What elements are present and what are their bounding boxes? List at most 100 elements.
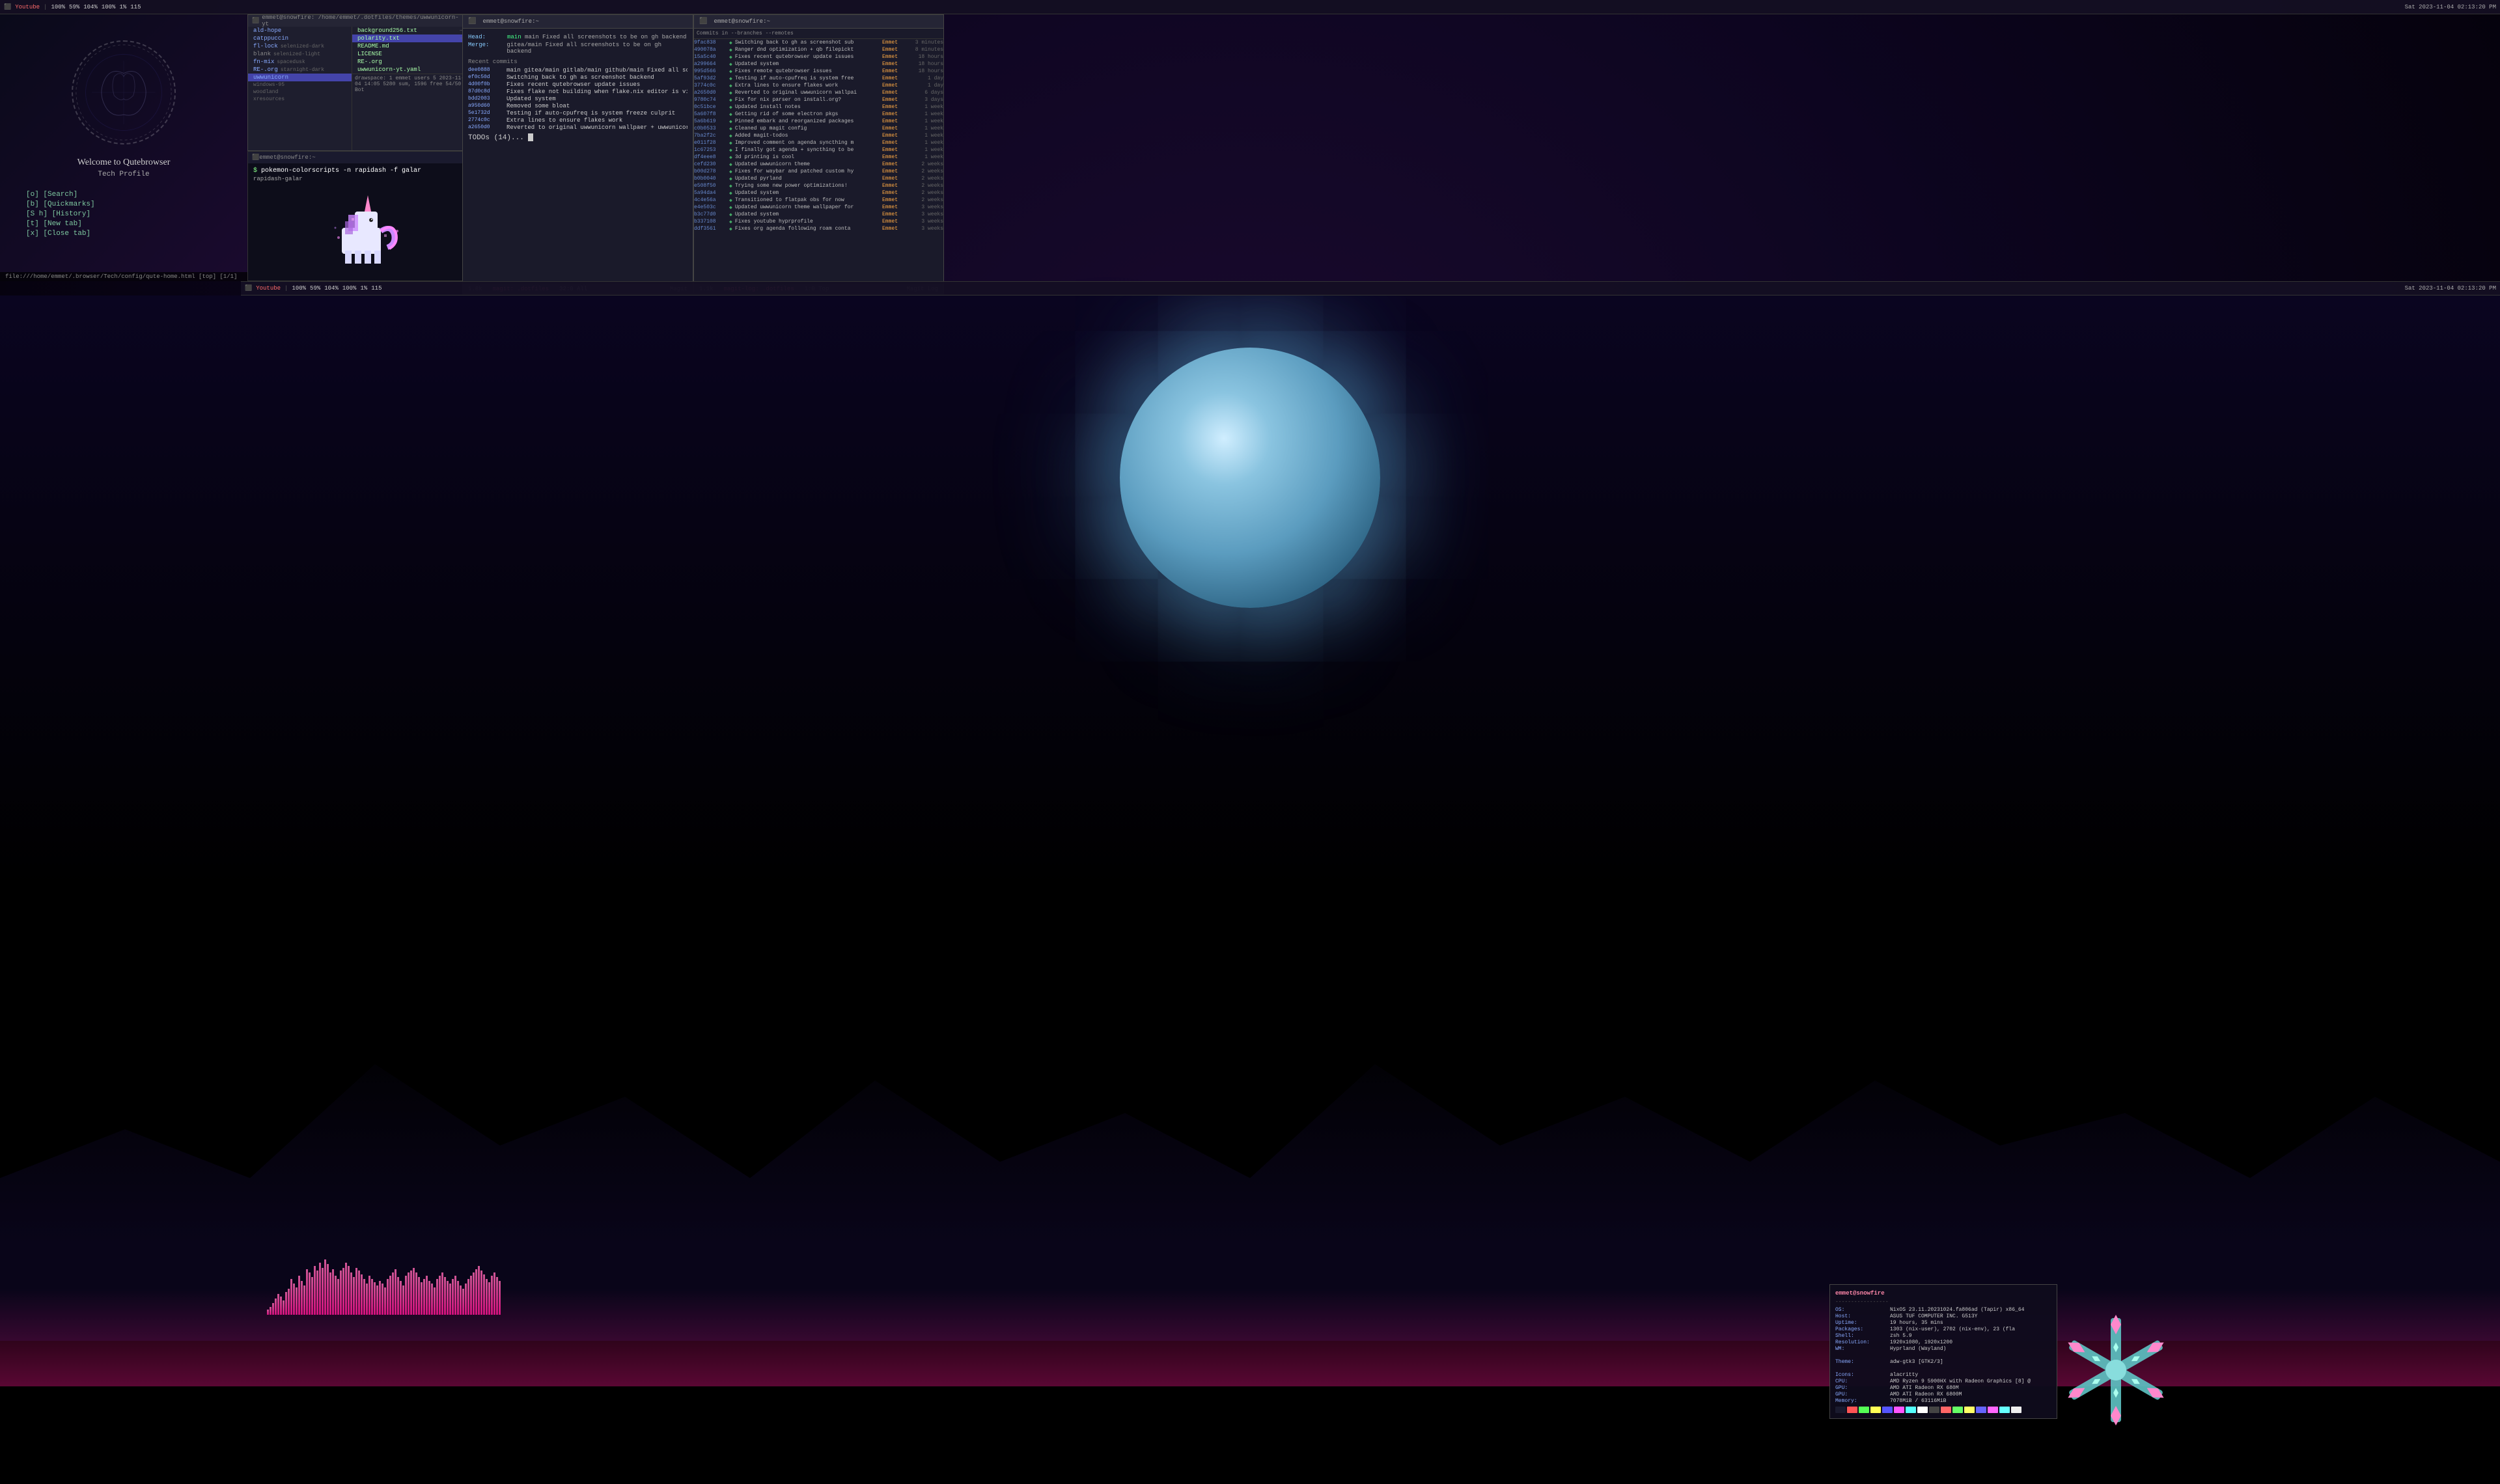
sysinfo-header: emmet@snowfire <box>1835 1290 2051 1297</box>
magit-log-window: ⬛ emmet@snowfire:~ Commits in --branches… <box>693 14 944 294</box>
magit-hash: e011f28 <box>694 140 727 146</box>
upper-taskbar: ⬛ Youtube | 100% 59% 104% 100% 1% 115 Sa… <box>0 0 2500 14</box>
file-item[interactable]: blank selenized-light <box>248 50 352 58</box>
sysinfo-line: Packages:1303 (nix-user), 2702 (nix-env)… <box>1835 1326 2051 1332</box>
magit-bullet: ◆ <box>729 226 732 232</box>
file-item-selected[interactable]: polarity.txt— <box>352 34 468 42</box>
magit-bullet: ◆ <box>729 169 732 175</box>
file-item[interactable]: xresources <box>248 96 352 103</box>
sysinfo-key: Theme: <box>1835 1359 1887 1365</box>
file-item[interactable]: ald-hope <box>248 27 352 34</box>
qute-menu-search[interactable]: [o] [Search] <box>26 191 234 199</box>
commit-hash: ef0c50d <box>468 74 504 81</box>
magit-time: 18 hours <box>911 68 943 75</box>
magit-hash: 5a607f8 <box>694 111 727 118</box>
viz-bar <box>460 1285 462 1315</box>
magit-hash: 3774c0c <box>694 83 727 89</box>
qute-title: Welcome to Qutebrowser <box>77 158 171 168</box>
viz-bar <box>303 1285 305 1315</box>
magit-time: 1 week <box>911 126 943 132</box>
magit-commit-msg: 3d printing is cool <box>735 154 880 161</box>
magit-hash: b3c77d0 <box>694 212 727 218</box>
file-item[interactable]: catppuccin <box>248 34 352 42</box>
viz-bar <box>436 1279 438 1315</box>
file-item[interactable]: fl-lock selenized-dark <box>248 42 352 50</box>
sysinfo-val: AMD ATI Radeon RX 6800M <box>1890 1392 1962 1397</box>
file-manager-path: emmet@snowfire: /home/emmet/.dotfiles/th… <box>262 14 464 27</box>
sysinfo-key: Uptime: <box>1835 1320 1887 1326</box>
viz-bar <box>439 1276 441 1315</box>
todo-line: TODOs (14)... <box>468 133 688 142</box>
viz-bar <box>447 1281 449 1315</box>
magit-time: 1 week <box>911 140 943 146</box>
sysinfo-line: Host:ASUS TUF COMPUTER INC. G513Y <box>1835 1313 2051 1319</box>
viz-bar <box>275 1298 277 1315</box>
taskbar-youtube[interactable]: Youtube <box>15 4 40 10</box>
cursor <box>528 133 533 141</box>
file-item[interactable]: woodland <box>248 89 352 96</box>
taskbar-right: Sat 2023-11-04 02:13:20 PM <box>2401 4 2500 10</box>
magit-author: Emmet <box>882 197 908 204</box>
file-item-selected[interactable]: uwwunicorn <box>248 74 352 81</box>
mid-tb-icon: ⬛ <box>245 285 252 292</box>
viz-bar <box>355 1268 357 1315</box>
magit-log-row: 490078a◆Ranger dnd optimization + qb fil… <box>694 47 943 53</box>
file-item[interactable]: uwwunicorn-yt.yaml <box>352 66 468 74</box>
upper-datetime: Sat 2023-11-04 02:13:20 PM <box>2405 4 2496 10</box>
mid-tb-youtube[interactable]: Youtube <box>256 285 281 292</box>
viz-bar <box>270 1307 271 1315</box>
file-item[interactable]: LICENSE <box>352 50 468 58</box>
viz-bar <box>306 1269 308 1315</box>
magit-time: 2 weeks <box>911 161 943 168</box>
magit-bullet: ◆ <box>729 133 732 139</box>
magit-hash: 995d566 <box>694 68 727 75</box>
viz-bar <box>397 1277 399 1315</box>
file-item[interactable]: background256.txt— <box>352 27 468 34</box>
magit-author: Emmet <box>882 68 908 75</box>
file-manager-window: ⬛ emmet@snowfire: /home/emmet/.dotfiles/… <box>247 14 469 151</box>
viz-bar <box>467 1279 469 1315</box>
magit-log-row: a299664◆Updated systemEmmet18 hours <box>694 61 943 68</box>
viz-bar <box>288 1289 290 1315</box>
file-item[interactable]: RE-.org <box>352 58 468 66</box>
color-swatch <box>1929 1407 1939 1413</box>
color-swatch <box>2011 1407 2021 1413</box>
magit-commit-msg: Cleaned up magit config <box>735 126 880 132</box>
file-item[interactable]: fn-mix spacedusk <box>248 58 352 66</box>
magit-log-title: emmet@snowfire:~ <box>714 18 770 25</box>
sysinfo-val: Hyprland (Wayland) <box>1890 1346 1946 1352</box>
magit-log-row: e011f28◆Improved comment on agenda synct… <box>694 140 943 146</box>
file-item[interactable]: windows-95 <box>248 81 352 89</box>
magit-log-row: 5a607f8◆Getting rid of some electron pkg… <box>694 111 943 118</box>
magit-author: Emmet <box>882 140 908 146</box>
mid-datetime: Sat 2023-11-04 02:13:20 PM <box>2405 285 2496 292</box>
magit-bullet: ◆ <box>729 204 732 211</box>
magit-time: 3 weeks <box>911 226 943 232</box>
magit-log-row: 5a6b619◆Pinned embark and reorganized pa… <box>694 118 943 125</box>
file-item[interactable]: RE-.org starnight-dark <box>248 66 352 74</box>
magit-author: Emmet <box>882 219 908 225</box>
qute-menu-closetab[interactable]: [x] [Close tab] <box>26 230 234 238</box>
magit-commit-msg: Updated system <box>735 212 880 218</box>
qute-menu-history[interactable]: [S h] [History] <box>26 210 234 218</box>
commit-msg: Testing if auto-cpufreq is system freeze… <box>507 110 688 117</box>
qute-menu-quickmarks[interactable]: [b] [Quickmarks] <box>26 200 234 208</box>
commit-row: a2650d0Reverted to original uwwunicorn w… <box>468 124 688 131</box>
git-merge-value: gitea/main Fixed all screenshots to be o… <box>507 42 688 55</box>
viz-bar <box>400 1281 402 1315</box>
magit-log-row: a2650d0◆Reverted to original uwwunicorn … <box>694 90 943 96</box>
git-head-line: Head: main main Fixed all screenshots to… <box>468 34 688 40</box>
sysinfo-line: OS:NixOS 23.11.20231024.fa806ad (Tapir) … <box>1835 1307 2051 1313</box>
commits-left-list: dee0888main gitea/main gitlab/main githu… <box>468 67 688 131</box>
magit-log-row: 995d566◆Fixes remote qutebrowser issuesE… <box>694 68 943 75</box>
viz-bar <box>350 1272 352 1315</box>
magit-commit-msg: Transitioned to flatpak obs for now <box>735 197 880 204</box>
git-content: Head: main main Fixed all screenshots to… <box>463 29 693 148</box>
viz-bar <box>418 1277 420 1315</box>
terminal-prompt: $ <box>253 167 261 174</box>
file-item[interactable]: README.md <box>352 42 468 50</box>
magit-commit-msg: Improved comment on agenda syncthing m <box>735 140 880 146</box>
qute-menu-newtab[interactable]: [t] [New tab] <box>26 220 234 228</box>
viz-bar <box>366 1284 368 1315</box>
magit-log-row: b3c77d0◆Updated systemEmmet3 weeks <box>694 212 943 218</box>
